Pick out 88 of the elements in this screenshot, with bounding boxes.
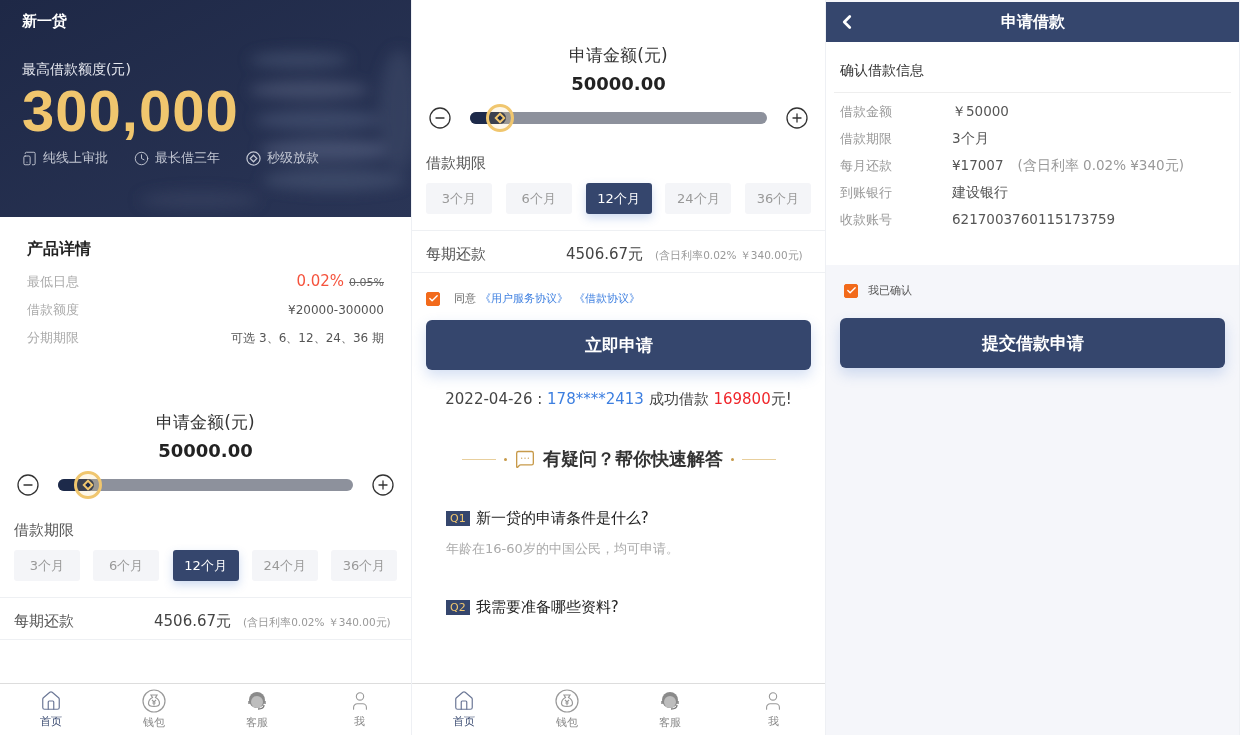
minus-button[interactable] bbox=[428, 106, 452, 130]
tab-item[interactable]: 我 bbox=[308, 684, 411, 735]
home-icon bbox=[40, 690, 63, 712]
agree-text: 同意 bbox=[454, 292, 477, 305]
old-rate: 0.05% bbox=[349, 276, 384, 289]
home-icon bbox=[452, 690, 475, 712]
minus-button[interactable] bbox=[16, 473, 40, 497]
amount-value: 50000.00 bbox=[158, 440, 253, 461]
info-value: ¥17007 bbox=[952, 157, 1004, 173]
plus-button[interactable] bbox=[785, 106, 809, 130]
clock-icon bbox=[134, 150, 149, 166]
amount-slider[interactable] bbox=[58, 471, 353, 499]
feature-text: 纯线上审批 bbox=[43, 149, 108, 167]
section-title: 产品详情 bbox=[27, 239, 92, 260]
amount-slider[interactable] bbox=[470, 104, 767, 132]
detail-value: 可选 3、6、12、24、36 期 bbox=[231, 330, 384, 347]
tab-item[interactable]: 客服 bbox=[618, 684, 722, 735]
term-option[interactable]: 3个月 bbox=[14, 550, 80, 581]
term-option[interactable]: 24个月 bbox=[251, 550, 318, 581]
detail-label: 借款额度 bbox=[27, 301, 79, 319]
coin-icon bbox=[246, 150, 261, 166]
apply-button[interactable]: 立即申请 bbox=[426, 320, 811, 370]
info-value: 3个月 bbox=[952, 130, 989, 148]
term-option[interactable]: 6个月 bbox=[505, 183, 572, 214]
tab-item[interactable]: 我 bbox=[721, 684, 825, 735]
app-title: 新一贷 bbox=[22, 12, 68, 31]
feature-text: 最长借三年 bbox=[155, 149, 220, 167]
repayment-note: (含日利率0.02% ￥340.00元) bbox=[655, 249, 803, 263]
faq-title: 有疑问？帮你快速解答 bbox=[542, 447, 723, 471]
detail-label: 最低日息 bbox=[27, 273, 79, 291]
repayment-label: 每期还款 bbox=[14, 612, 75, 631]
money-bag-icon bbox=[142, 689, 167, 713]
detail-value: ¥20000-300000 bbox=[288, 303, 384, 317]
tablet-icon bbox=[22, 150, 37, 166]
term-label: 借款期限 bbox=[14, 521, 75, 540]
term-option[interactable]: 36个月 bbox=[331, 550, 397, 581]
detail-label: 分期期限 bbox=[27, 329, 79, 347]
checkbox[interactable] bbox=[844, 283, 858, 298]
amount-label: 申请金额(元) bbox=[569, 44, 668, 67]
info-value: 建设银行 bbox=[952, 184, 1008, 202]
repayment-note: (含日利率0.02% ￥340.00元) bbox=[243, 616, 391, 630]
repayment-amount: 4506.67元 bbox=[154, 612, 232, 631]
info-note: (含日利率 0.02% ¥340元) bbox=[1017, 157, 1184, 175]
faq-question[interactable]: 我需要准备哪些资料? bbox=[475, 598, 619, 617]
section-title: 确认借款信息 bbox=[834, 62, 1231, 93]
tab-item[interactable]: 客服 bbox=[205, 684, 309, 735]
confirm-text: 我已确认 bbox=[868, 283, 912, 298]
term-option[interactable]: 6个月 bbox=[93, 550, 160, 581]
repayment-label: 每期还款 bbox=[426, 245, 487, 264]
info-label: 收款账号 bbox=[840, 211, 893, 229]
term-option[interactable]: 12个月 bbox=[172, 550, 239, 581]
info-label: 借款期限 bbox=[840, 130, 893, 148]
question-tag: Q1 bbox=[446, 511, 470, 526]
money-bag-icon bbox=[554, 689, 579, 713]
info-label: 每月还款 bbox=[840, 157, 893, 175]
amount-value: 50000.00 bbox=[571, 73, 666, 94]
amount-label: 申请金额(元) bbox=[156, 411, 255, 434]
faq-answer: 年龄在16-60岁的中国公民，均可申请。 bbox=[446, 540, 680, 558]
checkbox[interactable] bbox=[426, 291, 440, 306]
term-option[interactable]: 36个月 bbox=[745, 183, 811, 214]
info-label: 借款金额 bbox=[840, 103, 893, 121]
info-value: ￥50000 bbox=[952, 103, 1009, 121]
loan-ticker: 2022-04-26 : 178****2413 成功借款 169800元! bbox=[444, 390, 793, 409]
tab-item[interactable]: 钱包 bbox=[102, 684, 206, 735]
info-value: 6217003760115173759 bbox=[952, 211, 1116, 227]
agreement-link[interactable]: 《借款协议》 bbox=[573, 292, 640, 305]
chat-icon bbox=[514, 449, 535, 469]
repayment-amount: 4506.67元 bbox=[566, 245, 644, 264]
tab-item[interactable]: 钱包 bbox=[515, 684, 619, 735]
agreement-link[interactable]: 《用户服务协议》 bbox=[479, 292, 568, 305]
term-option[interactable]: 12个月 bbox=[585, 183, 652, 214]
question-tag: Q2 bbox=[446, 600, 470, 615]
credit-limit-label: 最高借款额度(元) bbox=[22, 61, 132, 79]
detail-value: 0.02% bbox=[296, 272, 345, 290]
page-title: 申请借款 bbox=[1000, 11, 1065, 33]
submit-button[interactable]: 提交借款申请 bbox=[840, 318, 1225, 368]
slider-handle[interactable] bbox=[485, 104, 514, 132]
tab-item[interactable]: 首页 bbox=[0, 684, 103, 735]
tab-item[interactable]: 首页 bbox=[412, 684, 516, 735]
term-option[interactable]: 24个月 bbox=[665, 183, 732, 214]
term-label: 借款期限 bbox=[426, 154, 487, 173]
plus-button[interactable] bbox=[371, 473, 395, 497]
faq-question[interactable]: 新一贷的申请条件是什么? bbox=[475, 509, 649, 528]
feature-text: 秒级放款 bbox=[267, 149, 319, 167]
term-option[interactable]: 3个月 bbox=[426, 183, 492, 214]
info-label: 到账银行 bbox=[840, 184, 893, 202]
credit-limit-amount: 300,000 bbox=[22, 79, 240, 143]
slider-handle[interactable] bbox=[73, 471, 102, 499]
